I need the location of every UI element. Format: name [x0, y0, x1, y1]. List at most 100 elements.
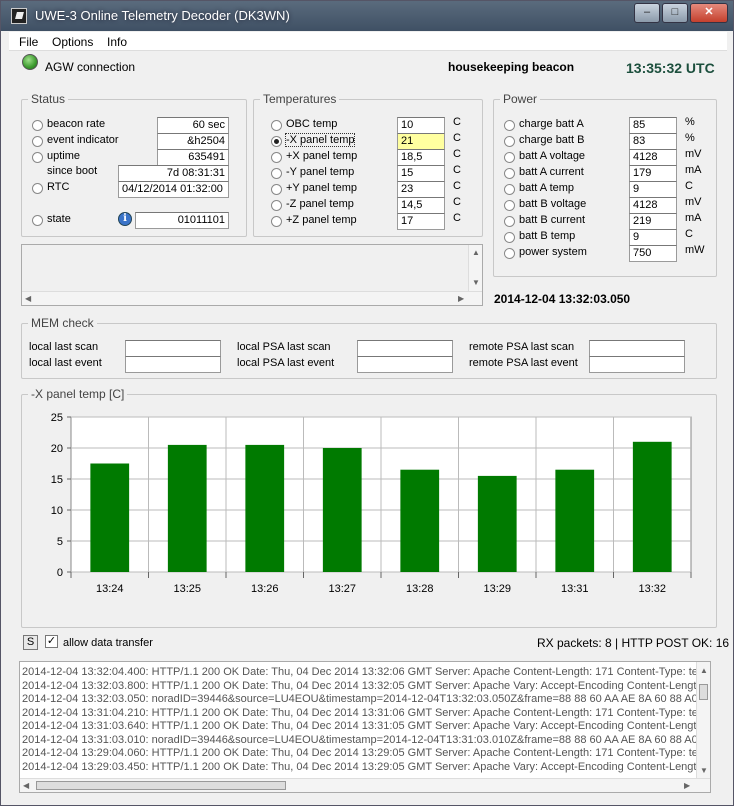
z-panel-temp-field: 14,5 — [397, 197, 445, 214]
radio-charge-batt-b[interactable] — [504, 136, 515, 147]
radio-batt-a-voltage[interactable] — [504, 152, 515, 163]
x-tick-label: 13:31 — [561, 583, 589, 595]
x-panel-temp-label: +X panel temp — [286, 150, 358, 162]
y-tick-label: 20 — [51, 443, 63, 455]
charge-batt-b-field: 83 — [629, 133, 677, 150]
z-panel-temp-label: +Z panel temp — [286, 214, 357, 226]
radio-batt-a-temp[interactable] — [504, 184, 515, 195]
maximize-button[interactable]: □ — [662, 3, 688, 23]
log-scroll-right-icon[interactable]: ▶ — [684, 781, 690, 790]
checkmark-icon: ✓ — [46, 635, 57, 647]
http-log[interactable]: 2014-12-04 13:32:04.400: HTTP/1.1 200 OK… — [19, 661, 711, 793]
s-button[interactable]: S — [23, 635, 38, 650]
event-indicator-label: event indicator — [47, 134, 119, 146]
radio-charge-batt-a[interactable] — [504, 120, 515, 131]
radio-batt-b-temp[interactable] — [504, 232, 515, 243]
radio-x-panel-temp[interactable] — [271, 152, 282, 163]
y-panel-temp-unit: C — [453, 180, 461, 192]
log-line: 2014-12-04 13:31:03.010: noradID=39446&s… — [22, 733, 711, 746]
obc-temp-field: 10 — [397, 117, 445, 134]
radio-batt-a-current[interactable] — [504, 168, 515, 179]
chart-title: -X panel temp [C] — [28, 387, 128, 401]
batt-a-voltage-unit: mV — [685, 148, 702, 160]
scroll-down-icon[interactable]: ▼ — [472, 278, 480, 287]
radio-z-panel-temp[interactable] — [271, 200, 282, 211]
log-scroll-down-icon[interactable]: ▼ — [700, 766, 708, 775]
allow-data-transfer-checkbox[interactable]: ✓ — [45, 635, 58, 648]
remote-psa-last-scan-label: remote PSA last scan — [469, 341, 575, 353]
uptime-label: uptime — [47, 150, 81, 162]
charge-batt-b-label: charge batt B — [519, 134, 585, 146]
scroll-up-icon[interactable]: ▲ — [472, 248, 480, 257]
rtc-label: RTC — [47, 181, 70, 193]
radio-batt-b-current[interactable] — [504, 216, 515, 227]
log-line: 2014-12-04 13:32:03.050: noradID=39446&s… — [22, 693, 711, 705]
log-line: 2014-12-04 13:31:04.210: HTTP/1.1 200 OK… — [22, 706, 707, 719]
log-vertical-scrollbar[interactable]: ▲ ▼ — [696, 662, 710, 780]
radio-power-system[interactable] — [504, 248, 515, 259]
radio-obc-temp[interactable] — [271, 120, 282, 131]
local-psa-last-scan-field — [357, 340, 453, 357]
radio-uptime[interactable] — [32, 152, 43, 163]
scroll-left-icon[interactable]: ◀ — [25, 294, 31, 303]
radio-event-indicator[interactable] — [32, 136, 43, 147]
log-scroll-thumb[interactable] — [699, 684, 708, 700]
memo-vertical-scrollbar[interactable]: ▲ ▼ — [468, 245, 482, 291]
log-scroll-up-icon[interactable]: ▲ — [700, 666, 708, 675]
batt-a-current-unit: mA — [685, 164, 702, 176]
y-tick-label: 0 — [57, 567, 63, 579]
title-bar[interactable]: UWE-3 Online Telemetry Decoder (DK3WN) –… — [1, 1, 733, 31]
status-group-title: Status — [28, 92, 69, 106]
z-panel-temp-label: -Z panel temp — [286, 198, 354, 210]
batt-b-temp-unit: C — [685, 228, 693, 240]
log-hscroll-thumb[interactable] — [36, 781, 286, 790]
batt-b-current-unit: mA — [685, 212, 702, 224]
memo-horizontal-scrollbar[interactable]: ◀ ▶ — [22, 291, 482, 305]
bar — [322, 448, 362, 572]
batt-a-temp-unit: C — [685, 180, 693, 192]
uptime-field: 635491 — [157, 149, 229, 166]
radio-beacon-rate[interactable] — [32, 120, 43, 131]
y-panel-temp-label: +Y panel temp — [286, 182, 358, 194]
radio-z-panel-temp[interactable] — [271, 216, 282, 227]
app-window: UWE-3 Online Telemetry Decoder (DK3WN) –… — [0, 0, 734, 806]
y-panel-temp-label: -Y panel temp — [286, 166, 355, 178]
menu-options[interactable]: Options — [52, 35, 93, 49]
x-panel-temp-field: 18,5 — [397, 149, 445, 166]
radio-state[interactable] — [32, 215, 43, 226]
scroll-right-icon[interactable]: ▶ — [458, 294, 464, 303]
close-button[interactable]: ✕ — [690, 3, 728, 23]
y-tick-label: 25 — [51, 412, 63, 424]
main-panel: AGW connection housekeeping beacon 13:35… — [9, 51, 729, 801]
charge-batt-a-unit: % — [685, 116, 695, 128]
message-memo[interactable]: ▲ ▼ ◀ ▶ — [21, 244, 483, 306]
event-indicator-field: &h2504 — [157, 133, 229, 150]
x-tick-label: 13:26 — [251, 583, 279, 595]
agw-status-led — [22, 54, 38, 70]
log-horizontal-scrollbar[interactable]: ◀ ▶ — [20, 778, 710, 792]
radio-rtc[interactable] — [32, 183, 43, 194]
batt-b-temp-label: batt B temp — [519, 230, 576, 242]
bar — [245, 444, 285, 572]
info-icon[interactable]: i — [118, 212, 132, 226]
radio-y-panel-temp[interactable] — [271, 184, 282, 195]
batt-a-current-label: batt A current — [519, 166, 584, 178]
menu-file[interactable]: File — [19, 35, 38, 49]
radio-batt-b-voltage[interactable] — [504, 200, 515, 211]
radio-x-panel-temp[interactable] — [271, 136, 282, 147]
state-field: 01011101 — [135, 212, 229, 229]
log-line: 2014-12-04 13:29:03.450: HTTP/1.1 200 OK… — [22, 760, 706, 773]
batt-a-temp-field: 9 — [629, 181, 677, 198]
minimize-button[interactable]: – — [634, 3, 660, 23]
menu-info[interactable]: Info — [107, 35, 127, 49]
radio-y-panel-temp[interactable] — [271, 168, 282, 179]
bar — [400, 469, 440, 572]
obc-temp-label: OBC temp — [286, 118, 338, 130]
temperature-bar-chart: 0 5 10 15 20 25 13:24 13:25 13:26 13:27 13:28 13:29… — [51, 412, 692, 595]
beacon-rate-label: beacon rate — [47, 118, 106, 130]
x-tick-label: 13:28 — [406, 583, 434, 595]
log-scroll-left-icon[interactable]: ◀ — [23, 781, 29, 790]
charge-batt-a-field: 85 — [629, 117, 677, 134]
log-line: 2014-12-04 13:29:04.060: HTTP/1.1 200 OK… — [22, 747, 707, 759]
batt-b-voltage-label: batt B voltage — [519, 198, 587, 210]
